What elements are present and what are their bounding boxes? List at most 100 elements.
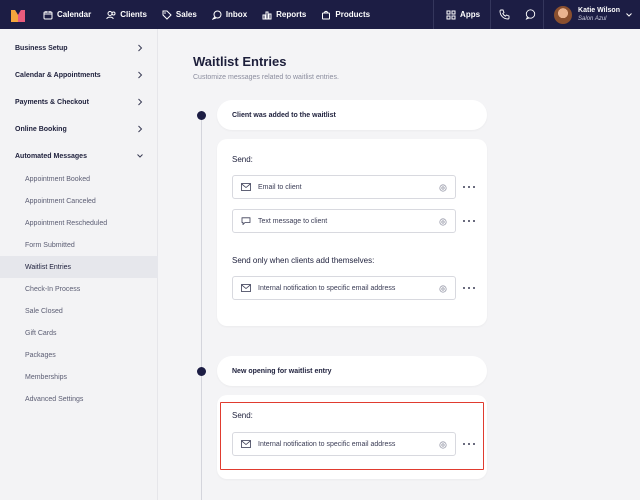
sidebar-item-label: Automated Messages [15, 152, 87, 160]
user-business: Salon Azul [578, 15, 607, 22]
sidebar-subitem-label: Sale Closed [25, 307, 63, 315]
user-menu[interactable]: Katie Wilson Salon Azul [544, 0, 640, 29]
sidebar-subitem-sale-closed[interactable]: Sale Closed [0, 300, 158, 322]
sidebar-subitem-gift-cards[interactable]: Gift Cards [0, 322, 158, 344]
internal-notification-action[interactable]: Internal notification to specific email … [232, 276, 456, 300]
chevron-down-icon [626, 12, 632, 17]
nav-apps-label: Apps [460, 10, 481, 19]
settings-sidebar: Business Setup Calendar & Appointments P… [0, 29, 158, 500]
nav-calendar[interactable]: Calendar [43, 10, 91, 20]
user-name: Katie Wilson [578, 6, 620, 14]
tag-icon [162, 10, 172, 20]
sidebar-item-label: Payments & Checkout [15, 98, 89, 106]
action-label: Text message to client [258, 217, 328, 225]
nav-calendar-label: Calendar [57, 10, 92, 19]
more-options-icon[interactable] [463, 285, 475, 291]
sidebar-subitem-waitlist-entries[interactable]: Waitlist Entries [0, 256, 158, 278]
message-icon [241, 217, 251, 225]
sidebar-item-label: Business Setup [15, 44, 68, 52]
sidebar-subitem-label: Memberships [25, 373, 68, 381]
sidebar-item-calendar-appointments[interactable]: Calendar & Appointments [0, 64, 158, 86]
gear-icon[interactable] [439, 184, 447, 192]
bar-chart-icon [262, 11, 272, 19]
clients-icon [106, 10, 116, 19]
conditional-send-label: Send only when clients add themselves: [232, 256, 375, 265]
nav-right-group: Apps Katie Wilson Salon Azul [433, 0, 640, 29]
sidebar-subitem-label: Appointment Rescheduled [25, 219, 108, 227]
sidebar-subitem-label: Waitlist Entries [25, 263, 72, 271]
chevron-right-icon [138, 71, 143, 79]
sidebar-subitem-label: Appointment Booked [25, 175, 90, 183]
step-card-client-added: Send: Email to client Text message to cl… [217, 139, 487, 326]
nav-sales-label: Sales [175, 10, 197, 19]
page-subtitle: Customize messages related to waitlist e… [193, 74, 339, 81]
sidebar-subitem-packages[interactable]: Packages [0, 344, 158, 366]
main-content: Waitlist Entries Customize messages rela… [158, 29, 640, 500]
chevron-right-icon [138, 125, 143, 133]
sidebar-item-online-booking[interactable]: Online Booking [0, 118, 158, 140]
nav-clients-label: Clients [120, 10, 147, 19]
messages-button[interactable] [517, 0, 543, 29]
sidebar-subitem-label: Form Submitted [25, 241, 75, 249]
timeline-line [201, 114, 202, 500]
user-info: Katie Wilson Salon Azul [578, 7, 620, 23]
sidebar-subitem-label: Packages [25, 351, 56, 359]
gear-icon[interactable] [439, 285, 447, 293]
action-label: Internal notification to specific email … [258, 284, 396, 292]
phone-icon [499, 9, 509, 20]
calendar-icon [43, 10, 53, 19]
chat-icon [211, 10, 222, 20]
nav-reports[interactable]: Reports [262, 10, 306, 20]
sidebar-item-payments-checkout[interactable]: Payments & Checkout [0, 91, 158, 113]
step-title: Client was added to the waitlist [232, 111, 336, 119]
sidebar-subitem-form-submitted[interactable]: Form Submitted [0, 234, 158, 256]
chevron-down-icon [137, 154, 143, 158]
nav-products-label: Products [335, 10, 371, 19]
sidebar-subitem-appointment-booked[interactable]: Appointment Booked [0, 168, 158, 190]
nav-apps[interactable]: Apps [434, 10, 490, 20]
sidebar-item-label: Calendar & Appointments [15, 71, 101, 79]
brand-logo[interactable] [11, 9, 25, 22]
page-title: Waitlist Entries [193, 54, 287, 69]
sidebar-item-label: Online Booking [15, 125, 67, 133]
chat-bubble-icon [525, 9, 535, 20]
sidebar-subitem-label: Advanced Settings [25, 395, 84, 403]
sidebar-subitem-memberships[interactable]: Memberships [0, 366, 158, 388]
more-options-icon[interactable] [463, 218, 475, 224]
text-message-to-client-action[interactable]: Text message to client [232, 209, 456, 233]
step-header-new-opening: New opening for waitlist entry [217, 356, 487, 386]
timeline-dot [197, 367, 206, 376]
highlight-box [220, 402, 484, 470]
nav-products[interactable]: Products [321, 10, 370, 20]
nav-reports-label: Reports [276, 10, 307, 19]
nav-clients[interactable]: Clients [106, 10, 147, 20]
action-label: Email to client [258, 183, 302, 191]
sidebar-item-automated-messages[interactable]: Automated Messages [0, 145, 158, 167]
sidebar-subitem-label: Appointment Canceled [25, 197, 96, 205]
sidebar-subitem-appointment-rescheduled[interactable]: Appointment Rescheduled [0, 212, 158, 234]
chevron-right-icon [138, 44, 143, 52]
phone-button[interactable] [491, 0, 517, 29]
sidebar-subitem-advanced-settings[interactable]: Advanced Settings [0, 388, 158, 410]
sidebar-item-business-setup[interactable]: Business Setup [0, 37, 158, 59]
bag-icon [322, 10, 331, 19]
chevron-right-icon [138, 98, 143, 106]
avatar [554, 5, 573, 24]
step-title: New opening for waitlist entry [232, 367, 332, 375]
send-label: Send: [232, 155, 253, 164]
nav-inbox-label: Inbox [225, 10, 248, 19]
gear-icon[interactable] [439, 218, 447, 226]
grid-icon [446, 10, 456, 19]
step-header-client-added: Client was added to the waitlist [217, 100, 487, 130]
mail-icon [241, 284, 251, 292]
sidebar-subitem-label: Gift Cards [25, 329, 57, 337]
email-to-client-action[interactable]: Email to client [232, 175, 456, 199]
sidebar-subitem-check-in-process[interactable]: Check-In Process [0, 278, 158, 300]
nav-inbox[interactable]: Inbox [211, 10, 248, 20]
sidebar-subitem-appointment-canceled[interactable]: Appointment Canceled [0, 190, 158, 212]
sidebar-subitem-label: Check-In Process [25, 285, 81, 293]
top-navigation-bar: Calendar Clients Sales Inbox Reports Pro… [0, 0, 640, 29]
timeline-dot [197, 111, 206, 120]
nav-sales[interactable]: Sales [162, 10, 197, 20]
more-options-icon[interactable] [463, 184, 475, 190]
